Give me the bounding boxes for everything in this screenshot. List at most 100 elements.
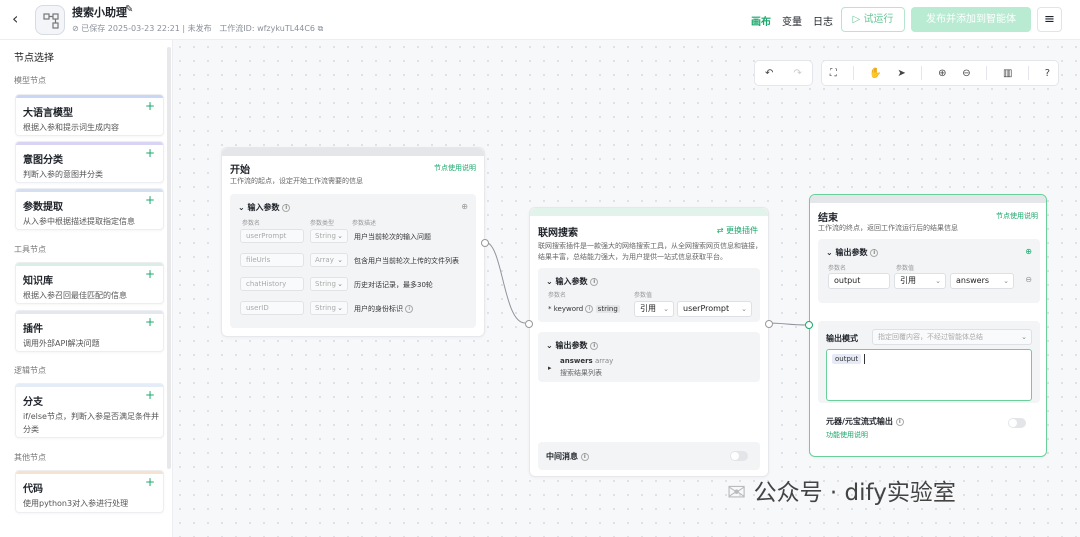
node-title: 参数提取 (23, 202, 63, 213)
output-port[interactable] (765, 320, 773, 328)
node-card-knowledge[interactable]: 知识库 根据入参召回最佳匹配的信息 + (15, 262, 164, 304)
publish-button[interactable]: 发布并添加到智能体 (911, 7, 1031, 32)
node-desc: 判断入参的意图并分类 (23, 170, 103, 179)
switch-plugin-link[interactable]: ⇄ 更换插件 (717, 225, 758, 236)
param-name-field[interactable]: userID (240, 301, 304, 315)
param-type-select[interactable]: String ⌄ (310, 301, 348, 315)
input-params-box: ⌄ 输入参数 i ⊕ 参数名 参数类型 参数描述 userPrompt Stri… (230, 194, 476, 328)
add-icon[interactable]: ⊕ (1025, 247, 1032, 256)
input-port[interactable] (805, 321, 813, 329)
text-cursor (864, 354, 865, 364)
chevron-down-icon: ⌄ (337, 280, 343, 288)
chevron-down-icon: ⌄ (1003, 277, 1009, 285)
app-meta: ⊘ 已保存 2025-03-23 22:21 | 未发布 工作流ID: wfzy… (72, 23, 323, 34)
param-type-select[interactable]: String ⌄ (310, 277, 348, 291)
remove-icon[interactable]: ⊖ (1025, 275, 1032, 284)
add-icon[interactable]: + (145, 388, 155, 402)
input-port[interactable] (525, 320, 533, 328)
node-card-branch[interactable]: 分支 if/else节点，判断入参是否满足条件并分类 + (15, 383, 164, 438)
add-icon[interactable]: + (145, 193, 155, 207)
node-help-link[interactable]: 节点使用说明 (996, 211, 1038, 221)
node-sidebar: 节点选择 模型节点 大语言模型 根据入参和提示词生成内容 + 意图分类 判断入参… (0, 40, 173, 537)
middle-message-toggle[interactable] (730, 451, 748, 461)
tab-canvas[interactable]: 画布 (751, 13, 771, 28)
output-mode-box: 输出模式 指定回覆内容，不经过智能体总结 ⌄ output (818, 321, 1040, 403)
edit-pencil-icon[interactable]: ✎ (125, 4, 133, 15)
node-card-intent[interactable]: 意图分类 判断入参的意图并分类 + (15, 141, 164, 183)
middle-message-box: 中间消息 i (538, 442, 760, 470)
node-desc: 调用外部API解决问题 (23, 339, 100, 348)
node-card-plugin[interactable]: 插件 调用外部API解决问题 + (15, 310, 164, 352)
add-icon[interactable]: + (145, 267, 155, 281)
node-title: 大语言模型 (23, 108, 73, 119)
col-header: 参数描述 (352, 220, 377, 227)
node-help-link[interactable]: 节点使用说明 (434, 163, 476, 173)
input-params-box: ⌄ 输入参数 i 参数名 参数值 * keyword i string 引用 ⌄ … (538, 268, 760, 322)
col-header: 参数名 (828, 265, 847, 272)
chevron-down-icon: ⌄ (337, 304, 343, 312)
end-node[interactable]: 结束 节点使用说明 工作流的终点，返回工作流运行后的结果信息 ⌄ 输出参数 i … (805, 194, 1047, 457)
node-title: 开始 (230, 165, 250, 176)
info-icon: i (870, 248, 879, 257)
saved-check-icon: ⊘ (72, 24, 79, 33)
play-icon: ▷ (852, 14, 861, 25)
response-template-editor[interactable]: output (826, 349, 1032, 401)
sidebar-scrollbar[interactable] (167, 47, 171, 469)
add-icon[interactable]: + (145, 99, 155, 113)
info-icon: i (895, 417, 904, 426)
node-card-param-extract[interactable]: 参数提取 从入参中根据描述提取指定信息 + (15, 188, 164, 230)
search-node[interactable]: 联网搜索 ⇄ 更换插件 联网搜索插件是一款强大的网络搜索工具，从全网搜索网页信息… (525, 207, 773, 477)
output-mode-select[interactable]: 指定回覆内容，不经过智能体总结 ⌄ (872, 329, 1032, 345)
value-source-select[interactable]: 引用 ⌄ (634, 301, 674, 317)
param-name-field[interactable]: chatHistory (240, 277, 304, 291)
param-name-field[interactable]: fileUrls (240, 253, 304, 267)
param-type-select[interactable]: String ⌄ (310, 229, 348, 243)
node-card-code[interactable]: 代码 使用python3对入参进行处理 + (15, 470, 164, 513)
tab-logs[interactable]: 日志 (813, 13, 833, 28)
output-name-field[interactable]: output (828, 273, 890, 289)
param-desc: 历史对话记录，最多30轮 (354, 281, 433, 289)
output-port[interactable] (481, 239, 489, 247)
workflow-canvas[interactable]: ↶ ↷ ⛶ ✋ ➤ ⊕ ⊖ ▥ ? 开始 节点使用说明 工作流的起点，设定开始工… (173, 40, 1080, 537)
value-select[interactable]: answers ⌄ (950, 273, 1014, 289)
watermark: ✉ 公众号 · dify实验室 (727, 480, 956, 506)
output-params-label: ⌄ 输出参数 i (546, 340, 599, 351)
section-label: 工具节点 (14, 245, 46, 254)
node-desc: 工作流的起点，设定开始工作流需要的信息 (230, 177, 363, 185)
param-type-select[interactable]: Array ⌄ (310, 253, 348, 267)
output-mode-label: 输出模式 (826, 334, 858, 343)
col-header: 参数值 (634, 292, 653, 299)
save-status: 已保存 2025-03-23 22:21 | 未发布 (81, 24, 212, 33)
feature-help-link[interactable]: 功能使用说明 (826, 430, 868, 440)
add-icon[interactable]: + (145, 475, 155, 489)
workflow-id: 工作流ID: wfzykuTL44C6 (219, 24, 316, 33)
node-header-bar (222, 148, 484, 156)
wechat-icon: ✉ (727, 480, 747, 506)
add-icon[interactable]: + (145, 146, 155, 160)
run-button[interactable]: ▷ 试运行 (841, 7, 905, 32)
menu-icon[interactable]: ≡ (1037, 7, 1062, 32)
output-params-box: ⌄ 输出参数 i ⊕ 参数名 参数值 output 引用 ⌄ answers ⌄ ⊖ (818, 239, 1040, 303)
node-title: 分支 (23, 397, 43, 408)
param-name-field[interactable]: userPrompt (240, 229, 304, 243)
copy-icon[interactable]: ⧉ (318, 24, 324, 33)
value-source-select[interactable]: 引用 ⌄ (894, 273, 946, 289)
add-icon[interactable]: + (145, 315, 155, 329)
info-icon: i (585, 305, 594, 313)
tab-variables[interactable]: 变量 (782, 13, 802, 28)
variable-token[interactable]: output (832, 354, 862, 364)
col-header: 参数名 (242, 220, 261, 227)
start-node[interactable]: 开始 节点使用说明 工作流的起点，设定开始工作流需要的信息 ⌄ 输入参数 i ⊕… (221, 147, 489, 337)
section-label: 逻辑节点 (14, 366, 46, 375)
back-arrow-icon[interactable]: ‹ (12, 10, 30, 28)
chevron-down-icon: ⌄ (663, 305, 669, 313)
value-select[interactable]: userPrompt ⌄ (677, 301, 752, 317)
stream-output-toggle[interactable] (1008, 418, 1026, 428)
expand-icon[interactable]: ▸ (548, 364, 552, 372)
node-desc: 联网搜索插件是一款强大的网络搜索工具，从全网搜索网页信息和链接，结果丰富，总结能… (538, 242, 762, 261)
chevron-down-icon: ⌄ (741, 305, 747, 313)
section-label: 模型节点 (14, 76, 46, 85)
swap-icon: ⇄ (716, 226, 724, 235)
node-card-llm[interactable]: 大语言模型 根据入参和提示词生成内容 + (15, 94, 164, 136)
add-icon[interactable]: ⊕ (461, 202, 468, 211)
